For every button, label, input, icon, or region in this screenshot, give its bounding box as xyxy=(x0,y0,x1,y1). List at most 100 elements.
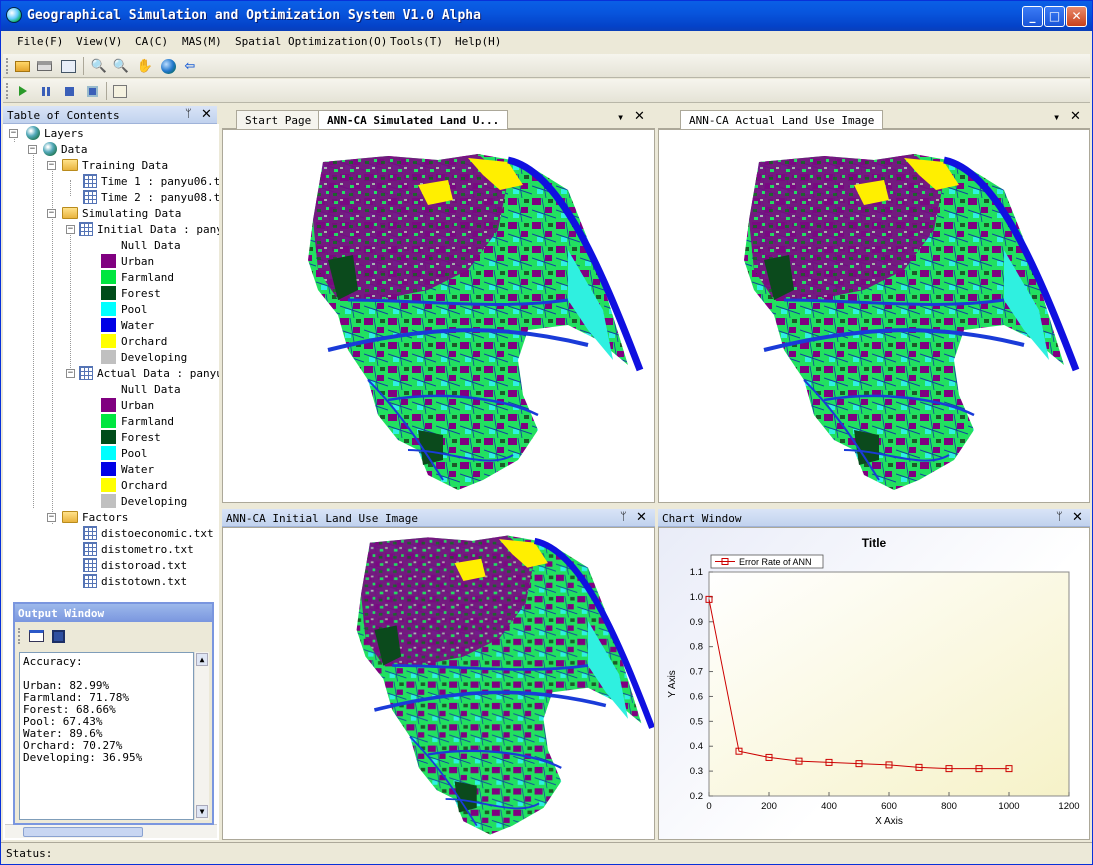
raster-grid-icon xyxy=(83,542,97,556)
clear-window-icon[interactable] xyxy=(27,627,45,645)
minimize-button[interactable]: _ xyxy=(1022,6,1043,27)
output-window[interactable]: Output Window Accuracy: Urban: 82.99% Far… xyxy=(13,602,214,825)
legend-item: Forest xyxy=(101,285,161,301)
tree-layers[interactable]: − Layers xyxy=(9,125,84,141)
left-document-tabs: Start Page ANN-CA Simulated Land U... ▾ … xyxy=(222,107,655,130)
tree-time2[interactable]: Time 2 : panyu08.tx xyxy=(83,189,219,205)
initial-map-graphic xyxy=(223,528,655,840)
legend-swatch xyxy=(101,398,116,412)
pan-hand-icon[interactable]: ✋ xyxy=(136,57,154,75)
tree-actual-data[interactable]: − Actual Data : panyu xyxy=(66,365,219,381)
properties-icon[interactable] xyxy=(111,82,129,100)
tab-dropdown-icon[interactable]: ▾ xyxy=(1053,110,1060,124)
x-tick-label: 800 xyxy=(941,801,957,812)
x-tick-label: 1200 xyxy=(1058,801,1079,812)
tree-data[interactable]: − Data xyxy=(28,141,88,157)
legend-item: Urban xyxy=(101,253,154,269)
tab-close-icon[interactable]: ✕ xyxy=(1070,109,1081,124)
menu-file[interactable]: File(F) xyxy=(17,35,63,48)
tree-training-data[interactable]: − Training Data xyxy=(47,157,168,173)
actual-land-use-map[interactable] xyxy=(658,129,1090,503)
output-window-title: Output Window xyxy=(15,604,212,622)
print-icon[interactable] xyxy=(35,57,53,75)
title-bar[interactable]: Geographical Simulation and Optimization… xyxy=(1,1,1092,31)
app-globe-icon xyxy=(6,7,22,23)
toolbar-grip[interactable] xyxy=(6,83,9,99)
tab-ann-ca-actual[interactable]: ANN-CA Actual Land Use Image xyxy=(680,110,884,130)
simulation-toolbar xyxy=(3,79,1090,103)
maximize-button[interactable]: □ xyxy=(1044,6,1065,27)
chart-window[interactable]: Title 0 200 400 600 800 1000 1200 0.2 0.3 0.4 0.5 0… xyxy=(658,527,1090,840)
back-arrow-icon[interactable]: ⇦ xyxy=(181,57,199,75)
tree-factor-file[interactable]: distoeconomic.txt xyxy=(83,525,214,541)
tree-factor-file[interactable]: distotown.txt xyxy=(83,573,187,589)
chart-window-header: Chart Window ᛘ ✕ xyxy=(658,509,1090,527)
legend-item: Farmland xyxy=(101,269,174,285)
open-folder-icon[interactable] xyxy=(13,57,31,75)
simulated-land-use-map[interactable] xyxy=(222,129,655,503)
legend-item: Orchard xyxy=(101,477,167,493)
menu-tools[interactable]: Tools(T) xyxy=(390,35,443,48)
menu-mas[interactable]: MAS(M) xyxy=(182,35,222,48)
menu-spatial-optimization[interactable]: Spatial Optimization(O) xyxy=(235,35,387,48)
raster-grid-icon xyxy=(79,366,93,380)
panel-close-icon[interactable]: ✕ xyxy=(1072,510,1083,525)
legend-swatch xyxy=(101,334,116,348)
tree-factor-file[interactable]: distoroad.txt xyxy=(83,557,187,573)
legend-item: Null Data xyxy=(101,237,181,253)
raster-grid-icon xyxy=(83,190,97,204)
legend-swatch xyxy=(101,270,116,284)
legend-swatch xyxy=(101,478,116,492)
tree-simulating-data[interactable]: − Simulating Data xyxy=(47,205,181,221)
menu-help[interactable]: Help(H) xyxy=(455,35,501,48)
save-disk-icon[interactable] xyxy=(49,627,67,645)
tree-factor-file[interactable]: distometro.txt xyxy=(83,541,194,557)
menu-ca[interactable]: CA(C) xyxy=(135,35,168,48)
save-stop-icon[interactable] xyxy=(83,82,101,100)
stop-icon[interactable] xyxy=(60,82,78,100)
panel-close-icon[interactable]: ✕ xyxy=(636,510,647,525)
tree-time1[interactable]: Time 1 : panyu06.tx xyxy=(83,173,219,189)
tree-initial-data[interactable]: − Initial Data : pany xyxy=(66,221,219,237)
toc-close-icon[interactable]: ✕ xyxy=(201,107,212,122)
panel-pin-icon[interactable]: ᛘ xyxy=(1056,510,1063,523)
y-tick-label: 1.0 xyxy=(690,592,703,603)
y-tick-label: 0.7 xyxy=(690,667,703,678)
y-axis-label: Y Axis xyxy=(667,670,678,698)
y-tick-label: 1.1 xyxy=(690,567,703,578)
tree-factors[interactable]: − Factors xyxy=(47,509,128,525)
initial-land-use-map[interactable] xyxy=(222,527,655,840)
print-preview-icon[interactable] xyxy=(59,57,77,75)
menu-view[interactable]: View(V) xyxy=(76,35,122,48)
toc-horizontal-scrollbar[interactable] xyxy=(5,824,217,838)
panel-pin-icon[interactable]: ᛘ xyxy=(620,510,627,523)
full-extent-globe-icon[interactable] xyxy=(159,57,177,75)
pause-icon[interactable] xyxy=(37,82,55,100)
y-tick-label: 0.5 xyxy=(690,716,703,727)
legend-item: Urban xyxy=(101,397,154,413)
status-bar: Status: xyxy=(1,842,1092,864)
y-tick-label: 0.4 xyxy=(690,741,703,752)
play-icon[interactable] xyxy=(14,82,32,100)
raster-grid-icon xyxy=(83,526,97,540)
tab-close-icon[interactable]: ✕ xyxy=(634,109,645,124)
toc-pin-icon[interactable]: ᛘ xyxy=(185,107,192,120)
tab-start-page[interactable]: Start Page xyxy=(236,110,321,129)
x-tick-label: 0 xyxy=(706,801,711,812)
raster-grid-icon xyxy=(79,222,93,236)
x-tick-label: 600 xyxy=(881,801,897,812)
zoom-out-icon[interactable]: 🔍 xyxy=(112,57,130,75)
globe-icon xyxy=(43,142,57,156)
legend-swatch xyxy=(101,318,116,332)
close-button[interactable]: ✕ xyxy=(1066,6,1087,27)
x-axis-label: X Axis xyxy=(875,816,903,827)
output-scrollbar[interactable]: ▲ ▼ xyxy=(194,652,209,820)
main-window: Geographical Simulation and Optimization… xyxy=(0,0,1093,865)
tab-dropdown-icon[interactable]: ▾ xyxy=(617,110,624,124)
legend-item: Orchard xyxy=(101,333,167,349)
error-rate-chart: Title 0 200 400 600 800 1000 1200 0.2 0.3 0.4 0.5 0… xyxy=(667,536,1080,827)
legend-swatch xyxy=(101,238,116,252)
toolbar-grip[interactable] xyxy=(6,58,9,74)
zoom-in-icon[interactable]: 🔍 xyxy=(90,57,108,75)
tab-ann-ca-simulated[interactable]: ANN-CA Simulated Land U... xyxy=(318,110,509,130)
